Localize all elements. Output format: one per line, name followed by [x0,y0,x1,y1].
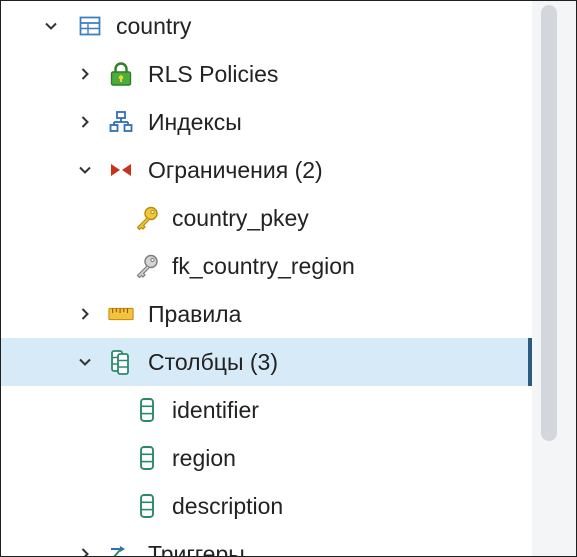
tree-node-rules[interactable]: Правила [1,290,532,338]
column-icon [134,397,160,423]
tree-node-country-pkey[interactable]: country_pkey [1,194,532,242]
tree-node-constraints[interactable]: Ограничения (2) [1,146,532,194]
columns-count: (3) [249,349,278,375]
chevron-right-icon[interactable] [76,545,94,556]
tree-node-label: Столбцы (3) [148,338,278,386]
tree-node-label: Индексы [148,109,242,135]
chevron-right-icon[interactable] [76,65,94,83]
chevron-right-icon[interactable] [76,305,94,323]
scrollbar-thumb[interactable] [541,5,557,441]
tree-view: country RLS Policies Индексы Ограничения… [1,1,532,556]
index-icon [108,109,134,135]
tree-node-label: description [172,493,284,519]
tree-node-column-region[interactable]: region [1,434,532,482]
chevron-down-icon[interactable] [76,353,94,371]
tree-node-triggers[interactable]: Триггеры [1,530,532,557]
trigger-icon [108,541,134,556]
tree-node-label: region [172,445,236,471]
tree-node-label: country_pkey [172,205,309,231]
lock-icon [108,61,134,87]
chevron-down-icon[interactable] [42,17,60,35]
tree-node-label: Триггеры [148,541,245,557]
tree-node-label: Правила [148,301,242,327]
column-icon [134,493,160,519]
tree-node-label: Ограничения (2) [148,146,323,194]
chevron-down-icon[interactable] [76,161,94,179]
chevron-right-icon[interactable] [76,113,94,131]
tree-node-columns[interactable]: Столбцы (3) [1,338,532,386]
column-icon [134,445,160,471]
columns-icon [108,349,134,375]
constraints-count: (2) [294,157,323,183]
primary-key-icon [134,205,160,231]
tree-node-indexes[interactable]: Индексы [1,98,532,146]
tree-node-rls-policies[interactable]: RLS Policies [1,50,532,98]
tree-node-country[interactable]: country [1,2,532,50]
tree-node-fk-country-region[interactable]: fk_country_region [1,242,532,290]
tree-node-label: identifier [172,397,259,423]
object-browser-panel: country RLS Policies Индексы Ограничения… [0,0,577,557]
foreign-key-icon [134,253,160,279]
tree-node-label: country [116,13,192,39]
table-icon [77,13,103,39]
tree-node-column-description[interactable]: description [1,482,532,530]
columns-label: Столбцы [148,349,244,375]
tree-node-label: RLS Policies [148,61,279,87]
tree-node-column-identifier[interactable]: identifier [1,386,532,434]
tree-node-label: fk_country_region [172,253,355,279]
constraint-icon [108,157,134,183]
constraints-label: Ограничения [148,157,289,183]
rules-icon [108,301,134,327]
